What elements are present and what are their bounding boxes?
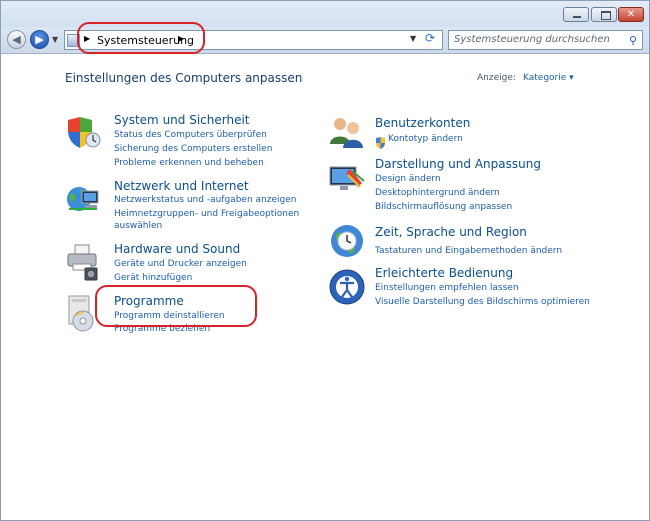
- forward-button[interactable]: ▶: [30, 30, 49, 49]
- uac-shield-icon: [375, 134, 386, 149]
- link-homegroup-sharing[interactable]: Heimnetzgruppen- und Freigabeoptionen: [114, 209, 299, 219]
- link-add-device[interactable]: Gerät hinzufügen: [114, 273, 192, 283]
- shield-icon: [65, 114, 101, 150]
- category-title-time-language-region[interactable]: Zeit, Sprache und Region: [375, 225, 527, 239]
- navigation-bar: ◀ ▶ ▼ ▶ Systemsteuerung ▶ ▼ ⟳ Systemsteu…: [1, 27, 649, 54]
- link-adjust-resolution[interactable]: Bildschirmauflösung anpassen: [375, 202, 512, 212]
- back-arrow-icon: ◀: [12, 33, 21, 46]
- recent-pages-dropdown-icon[interactable]: ▼: [52, 35, 58, 44]
- category-title-ease-of-access[interactable]: Erleichterte Bedienung: [375, 266, 513, 280]
- forward-arrow-icon: ▶: [35, 33, 44, 46]
- address-bar[interactable]: ▶ Systemsteuerung ▶ ▼: [64, 30, 443, 50]
- link-change-theme[interactable]: Design ändern: [375, 174, 441, 184]
- link-keyboards-input-methods[interactable]: Tastaturen und Eingabemethoden ändern: [375, 246, 562, 256]
- minimize-icon: [573, 16, 581, 18]
- main-content: Einstellungen des Computers anpassen Anz…: [1, 54, 649, 520]
- control-panel-window: ✕ ◀ ▶ ▼ ▶ Systemsteuerung ▶ ▼ ⟳ Systemst…: [0, 0, 650, 521]
- search-icon[interactable]: ⚲: [629, 34, 637, 47]
- link-recommend-settings[interactable]: Einstellungen empfehlen lassen: [375, 283, 519, 293]
- link-optimize-display[interactable]: Visuelle Darstellung des Bildschirms opt…: [375, 297, 590, 307]
- breadcrumb-arrow-icon[interactable]: ▶: [84, 34, 90, 43]
- category-title-hardware-sound[interactable]: Hardware und Sound: [114, 242, 240, 256]
- link-devices-printers[interactable]: Geräte und Drucker anzeigen: [114, 259, 247, 269]
- breadcrumb-arrow-icon[interactable]: ▶: [178, 34, 184, 43]
- address-dropdown-icon[interactable]: ▼: [410, 34, 416, 43]
- control-panel-icon: [67, 34, 80, 47]
- maximize-icon: [601, 11, 611, 20]
- back-button[interactable]: ◀: [7, 30, 26, 49]
- accessibility-icon: [328, 268, 365, 305]
- link-change-background[interactable]: Desktophintergrund ändern: [375, 188, 500, 198]
- search-input[interactable]: Systemsteuerung durchsuchen: [454, 34, 610, 45]
- view-label: Anzeige:: [477, 73, 516, 83]
- link-troubleshoot[interactable]: Probleme erkennen und beheben: [114, 158, 264, 168]
- close-icon: ✕: [626, 9, 636, 20]
- programs-disc-icon: [65, 294, 101, 332]
- clock-globe-icon: [328, 222, 364, 258]
- page-title: Einstellungen des Computers anpassen: [65, 71, 303, 85]
- link-check-status[interactable]: Status des Computers überprüfen: [114, 130, 267, 140]
- minimize-button[interactable]: [563, 7, 589, 22]
- users-icon: [328, 114, 364, 150]
- view-mode-dropdown[interactable]: Kategorie ▾: [523, 73, 574, 83]
- link-change-account-type[interactable]: Kontotyp ändern: [388, 134, 463, 144]
- category-title-programs[interactable]: Programme: [114, 294, 184, 308]
- category-title-appearance[interactable]: Darstellung und Anpassung: [375, 157, 541, 171]
- link-uninstall-program[interactable]: Programm deinstallieren: [114, 311, 225, 321]
- network-globe-icon: [65, 181, 101, 217]
- refresh-icon[interactable]: ⟳: [421, 31, 439, 46]
- category-title-system-security[interactable]: System und Sicherheit: [114, 113, 250, 127]
- link-network-status[interactable]: Netzwerkstatus und -aufgaben anzeigen: [114, 195, 296, 205]
- close-button[interactable]: ✕: [618, 7, 644, 22]
- category-title-network-internet[interactable]: Netzwerk und Internet: [114, 179, 249, 193]
- maximize-button[interactable]: [591, 7, 617, 22]
- category-title-user-accounts[interactable]: Benutzerkonten: [375, 116, 470, 130]
- title-bar: ✕: [1, 1, 649, 27]
- link-create-backup[interactable]: Sicherung des Computers erstellen: [114, 144, 272, 154]
- search-box[interactable]: Systemsteuerung durchsuchen ⚲: [448, 30, 643, 50]
- link-homegroup-sharing-cont[interactable]: auswählen: [114, 221, 162, 231]
- link-get-programs[interactable]: Programme beziehen: [114, 324, 210, 334]
- printer-speaker-icon: [65, 242, 101, 281]
- display-appearance-icon: [328, 161, 365, 197]
